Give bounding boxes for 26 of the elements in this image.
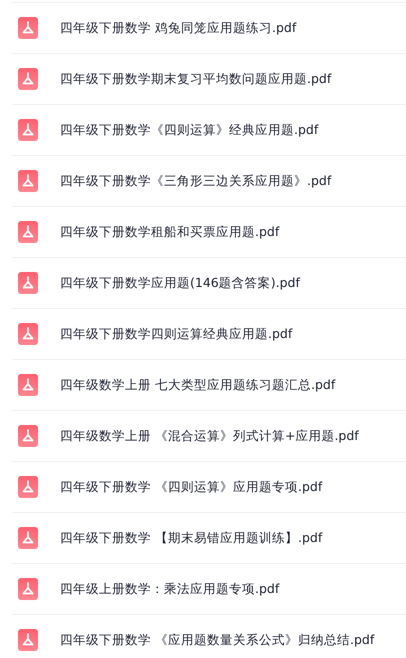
file-name[interactable]: 四年级下册数学应用题(146题含答案).pdf [60, 274, 300, 292]
file-name[interactable]: 四年级下册数学 【期末易错应用题训练】.pdf [60, 530, 322, 546]
file-name[interactable]: 四年级下册数学期末复习平均数问题应用题.pdf [60, 70, 332, 88]
pdf-file-icon [18, 527, 38, 549]
pdf-file-icon [18, 17, 38, 39]
file-name[interactable]: 四年级数学上册 《混合运算》列式计算+应用题.pdf [60, 428, 359, 444]
pdf-file-icon [18, 425, 38, 447]
file-name[interactable]: 四年级下册数学 鸡兔同笼应用题练习.pdf [60, 20, 296, 36]
pdf-file-icon [18, 629, 38, 651]
file-name[interactable]: 四年级下册数学《四则运算》经典应用题.pdf [60, 122, 318, 138]
file-name[interactable]: 四年级下册数学 《四则运算》应用题专项.pdf [60, 478, 322, 496]
pdf-file-icon [18, 221, 38, 243]
pdf-file-icon [18, 272, 38, 294]
file-name[interactable]: 四年级下册数学租船和买票应用题.pdf [60, 224, 280, 240]
pdf-file-icon [18, 476, 38, 498]
pdf-file-icon [18, 578, 38, 600]
file-name[interactable]: 四年级下册数学四则运算经典应用题.pdf [60, 326, 292, 342]
file-name[interactable]: 四年级下册数学 《应用题数量关系公式》归纳总结.pdf [60, 632, 374, 648]
file-name[interactable]: 四年级下册数学《三角形三边关系应用题》.pdf [60, 172, 332, 190]
pdf-file-icon [18, 68, 38, 90]
file-name[interactable]: 四年级上册数学：乘法应用题专项.pdf [60, 580, 280, 598]
pdf-file-icon [18, 323, 38, 345]
file-name[interactable]: 四年级数学上册 七大类型应用题练习题汇总.pdf [60, 376, 336, 394]
pdf-file-icon [18, 119, 38, 141]
pdf-file-icon [18, 170, 38, 192]
pdf-file-icon [18, 374, 38, 396]
